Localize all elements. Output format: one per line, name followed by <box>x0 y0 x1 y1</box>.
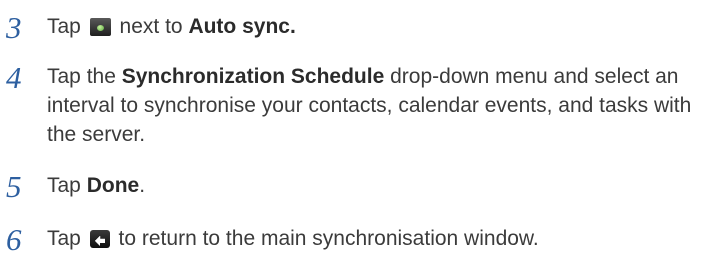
step-number: 6 <box>6 222 22 257</box>
step-text: Tap the Synchronization Schedule drop-do… <box>47 62 697 149</box>
step-text-part: . <box>139 174 146 197</box>
step-text-part: next to <box>113 15 183 38</box>
step-number: 5 <box>6 169 22 204</box>
synchronization-schedule-label: Synchronization Schedule <box>121 65 385 88</box>
step-text-part: Tap <box>47 227 87 250</box>
step-text-part: Tap <box>47 174 81 197</box>
step-text-part: to return to the main synchronisation wi… <box>112 227 539 250</box>
auto-sync-toggle-icon <box>89 18 111 36</box>
step-text: Tap next to Auto sync. <box>47 12 697 41</box>
step-text-part: Tap <box>47 15 87 38</box>
toggle-indicator <box>96 25 104 31</box>
step-text-part: Tap the <box>47 65 116 88</box>
step-text: Tap to return to the main synchronisatio… <box>47 224 697 253</box>
back-icon <box>89 230 110 248</box>
auto-sync-label: Auto sync. <box>188 15 296 38</box>
step-number: 3 <box>6 10 22 45</box>
step-number: 4 <box>6 60 22 95</box>
done-label: Done <box>86 174 140 197</box>
step-text: Tap Done. <box>47 171 697 200</box>
